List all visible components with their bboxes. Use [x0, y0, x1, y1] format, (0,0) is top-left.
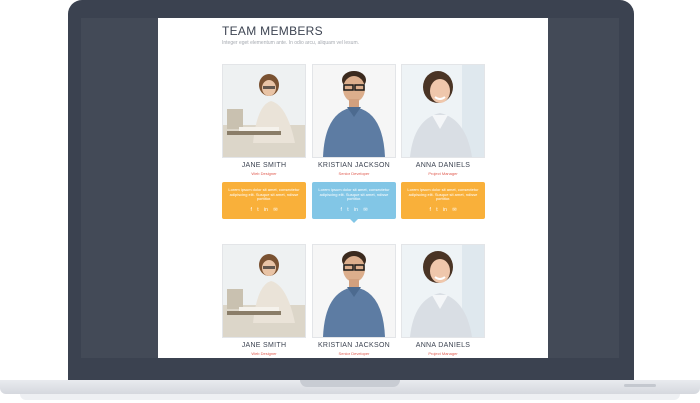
twitter-icon[interactable]: t	[347, 207, 348, 213]
facebook-icon[interactable]: f	[340, 207, 341, 213]
email-icon[interactable]: ✉	[363, 207, 367, 213]
team-card-kristian-2[interactable]: KRISTIAN JACKSON Senior Developer	[312, 244, 396, 356]
member-name: KRISTIAN JACKSON	[317, 342, 391, 349]
member-name: KRISTIAN JACKSON	[317, 162, 391, 169]
member-name: JANE SMITH	[241, 342, 287, 349]
member-role: Senior Developer	[338, 171, 370, 176]
laptop-slot	[624, 384, 656, 387]
social-links: f t in ✉	[222, 207, 306, 213]
section-subtitle: Integer eget elementum ante. In odio arc…	[222, 40, 360, 46]
social-links: f t in ✉	[312, 207, 396, 213]
facebook-icon[interactable]: f	[250, 207, 251, 213]
linkedin-icon[interactable]: in	[354, 207, 358, 213]
bio-text: Lorem ipsum dolor sit amet, consectetur …	[228, 187, 300, 202]
man-glasses-photo	[312, 244, 396, 338]
bio-text: Lorem ipsum dolor sit amet, consectetur …	[407, 187, 479, 202]
woman-at-desk-photo	[222, 244, 306, 338]
email-icon[interactable]: ✉	[452, 207, 456, 213]
woman-at-desk-photo	[222, 64, 306, 158]
laptop-notch	[300, 380, 400, 387]
team-card-jane[interactable]: JANE SMITH Web Designer	[222, 64, 306, 176]
woman-smiling-photo	[401, 64, 485, 158]
team-card-kristian[interactable]: KRISTIAN JACKSON Senior Developer	[312, 64, 396, 176]
member-name: ANNA DANIELS	[415, 342, 471, 349]
twitter-icon[interactable]: t	[257, 207, 258, 213]
bubble-pointer	[350, 219, 358, 223]
woman-smiling-photo	[401, 244, 485, 338]
member-role: Web Designer	[251, 171, 277, 176]
member-name: ANNA DANIELS	[415, 162, 471, 169]
facebook-icon[interactable]: f	[429, 207, 430, 213]
section-title: TEAM MEMBERS	[222, 24, 323, 38]
member-role: Project Manager	[428, 351, 458, 356]
laptop-shadow	[20, 394, 680, 400]
website-screen: TEAM MEMBERS Integer eget elementum ante…	[158, 18, 548, 358]
member-role: Web Designer	[251, 351, 277, 356]
social-links: f t in ✉	[401, 207, 485, 213]
team-card-anna-2[interactable]: ANNA DANIELS Project Manager	[401, 244, 485, 356]
bio-bubble-anna: Lorem ipsum dolor sit amet, consectetur …	[401, 182, 485, 219]
email-icon[interactable]: ✉	[273, 207, 277, 213]
man-glasses-photo	[312, 64, 396, 158]
twitter-icon[interactable]: t	[436, 207, 437, 213]
team-card-jane-2[interactable]: JANE SMITH Web Designer	[222, 244, 306, 356]
member-role: Senior Developer	[338, 351, 370, 356]
linkedin-icon[interactable]: in	[264, 207, 268, 213]
bio-bubble-jane: Lorem ipsum dolor sit amet, consectetur …	[222, 182, 306, 219]
bio-text: Lorem ipsum dolor sit amet, consectetur …	[318, 187, 390, 202]
linkedin-icon[interactable]: in	[443, 207, 447, 213]
member-name: JANE SMITH	[241, 162, 287, 169]
bio-bubble-kristian: Lorem ipsum dolor sit amet, consectetur …	[312, 182, 396, 223]
member-role: Project Manager	[428, 171, 458, 176]
team-card-anna[interactable]: ANNA DANIELS Project Manager	[401, 64, 485, 176]
